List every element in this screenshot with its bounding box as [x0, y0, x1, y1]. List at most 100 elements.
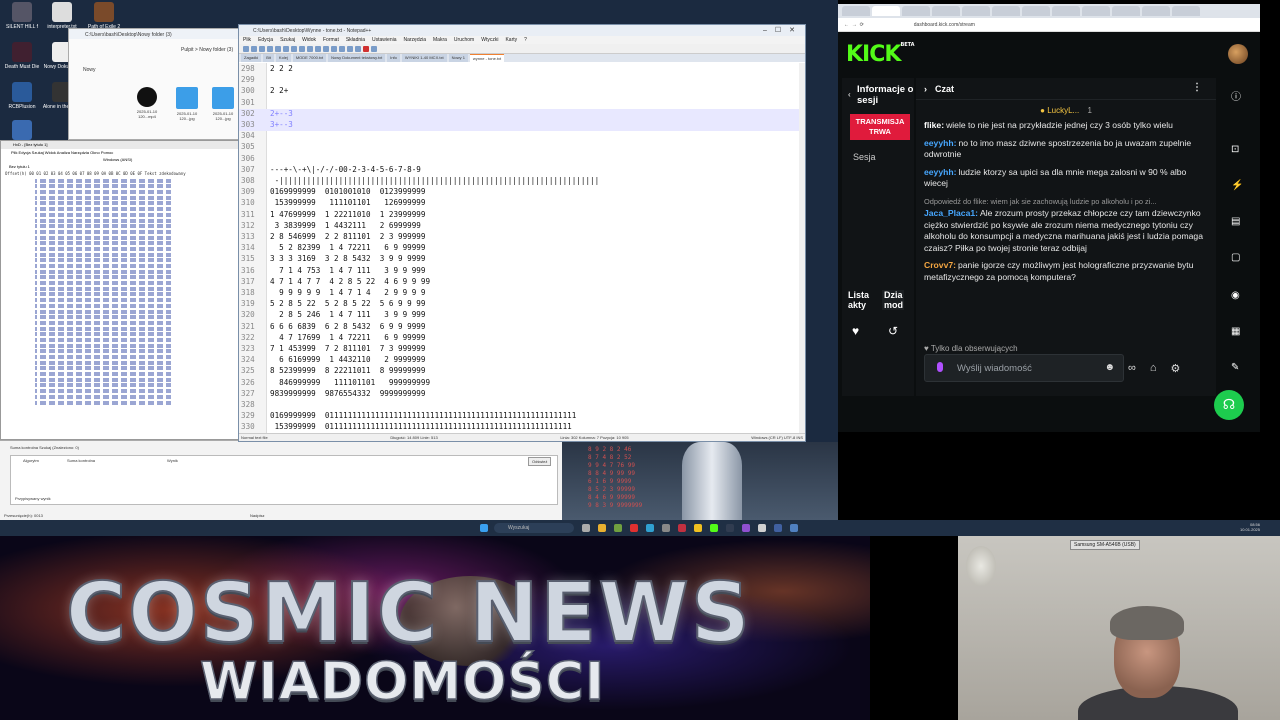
browser-tabs[interactable]: [838, 4, 1260, 18]
chat-bubble-icon[interactable]: ▢: [1231, 252, 1240, 263]
back-icon[interactable]: ←: [844, 22, 849, 28]
editor-tab[interactable]: Nowy Dokument tekstowy.txt: [328, 54, 386, 62]
chat-message[interactable]: eeyyhh: no to imo masz dziwne spostrzezen…: [924, 138, 1208, 161]
forward-icon[interactable]: →: [852, 22, 857, 28]
hxd-tab[interactable]: Bez tytułu 1: [1, 163, 239, 170]
redo-icon[interactable]: [323, 46, 329, 52]
explorer-file-video[interactable]: 2025-01-10 120...mp4: [133, 87, 161, 119]
app-icon[interactable]: [742, 524, 750, 532]
menu-item[interactable]: Karty: [505, 37, 517, 44]
desktop-icon-path-of-exile[interactable]: Path of Exile 2: [84, 2, 124, 30]
obs-icon[interactable]: [726, 524, 734, 532]
notepadpp-window[interactable]: C:\Users\bash\Desktop\Wynne - tone.txt -…: [238, 24, 806, 442]
menu-item[interactable]: Widok: [302, 37, 316, 44]
menu-item[interactable]: Narzędzia: [404, 37, 427, 44]
app-icon[interactable]: [662, 524, 670, 532]
menu-item[interactable]: Składnia: [346, 37, 365, 44]
steam-icon[interactable]: [678, 524, 686, 532]
chat-username[interactable]: flike:: [924, 120, 944, 130]
editor-tab[interactable]: wynne - tone.txt: [469, 54, 505, 62]
mic-icon[interactable]: [937, 362, 943, 372]
file-explorer-window[interactable]: C:\Users\bash\Desktop\Nowy folder (3) Pu…: [68, 28, 250, 140]
notepadpp-editor[interactable]: 298 2 2 2 299 300 2 2+ 301 302 2+--3 303 3+--3 304…: [239, 63, 805, 433]
window-controls[interactable]: –☐✕: [763, 26, 803, 34]
browser-window[interactable]: ← → ⟳ dashboard.kick.com/stream KICKBETA…: [838, 4, 1260, 432]
paste-icon[interactable]: [307, 46, 313, 52]
close-icon[interactable]: [275, 46, 281, 52]
emoji-icon[interactable]: ☻: [1104, 362, 1115, 373]
desktop-icon-interpreter[interactable]: interpreter.txt: [42, 2, 82, 30]
settings-gear-icon[interactable]: ⚙: [1171, 362, 1181, 375]
desktop-icon-silent-hill[interactable]: SILENT HILL f: [2, 2, 42, 30]
url-text[interactable]: dashboard.kick.com/stream: [914, 22, 975, 28]
kick-icon[interactable]: [710, 524, 718, 532]
hxd-encoding-select[interactable]: Windows (ANSI): [1, 156, 239, 163]
chat-username[interactable]: eeyyhh:: [924, 167, 956, 177]
task-view-icon[interactable]: [582, 524, 590, 532]
chevron-left-icon[interactable]: ‹: [848, 90, 851, 99]
desktop-icon-rcbplusplus[interactable]: RCBPlusion: [2, 82, 42, 110]
chrome-icon[interactable]: [694, 524, 702, 532]
brave-icon[interactable]: [630, 524, 638, 532]
zoom-out-icon[interactable]: [355, 46, 361, 52]
chat-message[interactable]: eeyyhh: ludzie ktorzy sa upici sa dla mni…: [924, 167, 1208, 190]
file-explorer-icon[interactable]: [598, 524, 606, 532]
menu-item[interactable]: Plik: [243, 37, 251, 44]
chat-username[interactable]: eeyyhh:: [924, 138, 956, 148]
chat-username[interactable]: Jaca_Placa1:: [924, 208, 978, 218]
edge-icon[interactable]: [646, 524, 654, 532]
undo-icon[interactable]: ↺: [888, 324, 898, 338]
pinned-user-bar[interactable]: ● LuckyL... 1: [916, 100, 1216, 120]
reply-context[interactable]: Odpowiedź do flike: wiem jak sie zachowu…: [924, 196, 1208, 208]
find-icon[interactable]: [331, 46, 337, 52]
app-icon[interactable]: [774, 524, 782, 532]
more-options-icon[interactable]: ⋮: [1192, 82, 1202, 93]
kick-logo[interactable]: KICKBETA: [846, 42, 915, 67]
editor-scrollbar[interactable]: [799, 63, 805, 433]
taskbar-clock[interactable]: 08:56 10.01.2025: [1240, 522, 1260, 532]
explorer-file-image-1[interactable]: 2025-01-10 120...jpg: [173, 87, 201, 121]
chat-message[interactable]: Odpowiedź do flike: wiem jak sie zachowu…: [924, 196, 1208, 255]
explorer-new-button[interactable]: Nowy: [83, 67, 96, 73]
print-icon[interactable]: [283, 46, 289, 52]
undo-icon[interactable]: [315, 46, 321, 52]
menu-item[interactable]: Format: [323, 37, 339, 44]
checksum-tabs[interactable]: Suma kontrolna Szukaj (Znaleziono: 0): [10, 445, 79, 450]
hxd-hex-editor-window[interactable]: HxD - [Bez tytułu 1] Plik Edycja Szukaj …: [0, 140, 240, 440]
play-macro-icon[interactable]: [371, 46, 377, 52]
chevron-right-icon[interactable]: ›: [924, 84, 927, 94]
wrench-icon[interactable]: ✎: [1231, 362, 1239, 373]
hxd-hex-rows[interactable]: [1, 178, 239, 405]
broadcast-icon[interactable]: ◉: [1231, 290, 1240, 301]
editor-tab[interactable]: Info: [387, 54, 400, 62]
explorer-file-image-2[interactable]: 2025-01-10 120...jpg: [209, 87, 237, 121]
menu-item[interactable]: Wtyczki: [481, 37, 498, 44]
editor-tab[interactable]: Kolej: [275, 54, 291, 62]
app-icon[interactable]: [790, 524, 798, 532]
avatar[interactable]: [1228, 44, 1248, 64]
app-icon[interactable]: [758, 524, 766, 532]
open-file-icon[interactable]: [251, 46, 257, 52]
editor-tab[interactable]: MODE 7000.txt: [292, 54, 327, 62]
menu-item[interactable]: Makra: [433, 37, 447, 44]
editor-tab[interactable]: WYNIKI 1-40 MCX.txt: [401, 54, 447, 62]
flash-icon[interactable]: ⚡: [1231, 180, 1243, 191]
editor-tab[interactable]: Zagadki: [241, 54, 262, 62]
editor-tab[interactable]: Nowy 1: [448, 54, 468, 62]
zoom-in-icon[interactable]: [347, 46, 353, 52]
new-file-icon[interactable]: [243, 46, 249, 52]
menu-item[interactable]: Ustawienia: [372, 37, 396, 44]
notepadpp-taskbar-icon[interactable]: [614, 524, 622, 532]
desktop-icon-app[interactable]: [2, 120, 42, 142]
menu-item[interactable]: ?: [524, 37, 527, 44]
desktop-icon-death-must-die[interactable]: Death Must Die: [2, 42, 42, 70]
timer-icon[interactable]: ∞: [1128, 362, 1136, 375]
chat-message-input[interactable]: Wyślij wiadomość ☻: [924, 354, 1124, 382]
heart-icon[interactable]: ♥: [852, 324, 859, 338]
record-macro-icon[interactable]: [363, 46, 369, 52]
chat-message[interactable]: flike: wiele to nie jest na przykładzie j…: [924, 120, 1208, 132]
layout-icon[interactable]: ▦: [1231, 326, 1240, 337]
menu-item[interactable]: Edycja: [258, 37, 273, 44]
editor-tab[interactable]: Bit: [263, 54, 274, 62]
hxd-menu[interactable]: Plik Edycja Szukaj Widok Analiza Narzędz…: [1, 149, 239, 156]
